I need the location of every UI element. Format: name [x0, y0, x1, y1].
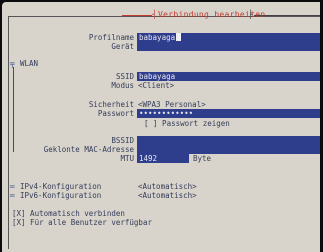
ipv6-section-marker[interactable]: ═	[10, 191, 15, 200]
wlan-section-label: WLAN	[20, 59, 39, 68]
ssid-input[interactable]: babayaga	[137, 72, 320, 81]
terminal-screen: ┤ Verbindung bearbeiten ├ Profilname bab…	[0, 0, 323, 252]
ipv6-label: IPv6-Konfiguration	[20, 191, 102, 200]
ipv4-section-marker[interactable]: ═	[10, 182, 15, 191]
profile-name-label: Profilname	[88, 33, 134, 42]
mode-select[interactable]: <Client>	[138, 81, 174, 90]
text-cursor	[176, 33, 182, 41]
profile-name-input[interactable]: babayaga	[137, 33, 320, 42]
show-password-checkbox[interactable]: [ ] Passwort zeigen	[144, 119, 230, 128]
ssid-label: SSID	[115, 72, 134, 81]
mtu-label: MTU	[120, 154, 134, 163]
security-label: Sicherheit	[88, 100, 134, 109]
ssid-value: babayaga	[139, 72, 176, 81]
profile-name-value: babayaga	[139, 33, 176, 42]
cloned-mac-input[interactable]	[137, 145, 320, 154]
device-label: Gerät	[111, 42, 134, 51]
mtu-unit: Byte	[193, 154, 212, 163]
title-bracket-left: ┤	[152, 10, 157, 19]
mode-label: Modus	[111, 81, 134, 90]
security-select[interactable]: <WPA3 Personal>	[138, 100, 206, 109]
bssid-label: BSSID	[111, 136, 134, 145]
title-bracket-right: ├	[248, 10, 253, 19]
password-input[interactable]: ••••••••••••	[137, 109, 320, 118]
mtu-value: 1492	[139, 154, 158, 163]
cloned-mac-label: Geklonte MAC-Adresse	[43, 145, 134, 154]
ipv4-label: IPv4-Konfiguration	[20, 182, 102, 191]
autoconnect-checkbox[interactable]: [X] Automatisch verbinden	[12, 209, 125, 218]
device-input[interactable]	[137, 42, 320, 51]
mtu-input[interactable]: 1492	[137, 154, 189, 163]
bssid-input[interactable]	[137, 136, 320, 145]
ipv6-select[interactable]: <Automatisch>	[138, 191, 197, 200]
title-rule-left	[122, 15, 152, 16]
edit-connection-dialog: ┤ Verbindung bearbeiten ├ Profilname bab…	[2, 2, 320, 252]
password-label: Passwort	[97, 109, 134, 118]
password-value: ••••••••••••	[139, 109, 194, 118]
all-users-checkbox[interactable]: [X] Für alle Benutzer verfügbar	[12, 218, 152, 227]
ipv4-select[interactable]: <Automatisch>	[138, 182, 197, 191]
